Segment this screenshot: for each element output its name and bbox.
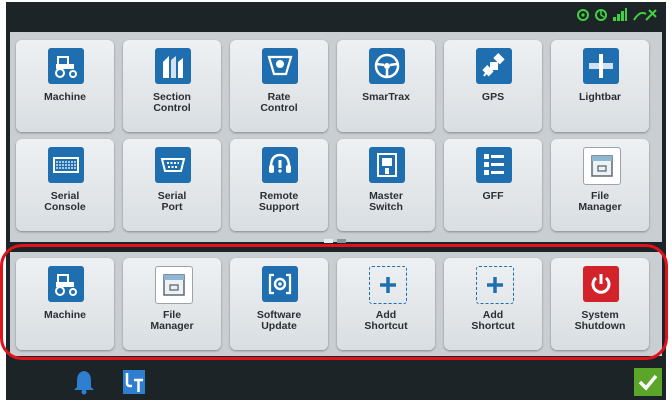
app-label: Serial Port (157, 190, 187, 213)
app-label: File Manager (578, 190, 622, 213)
gff-icon (476, 147, 512, 183)
app-label: Remote Support (258, 190, 300, 213)
app-serial-console[interactable]: Serial Console (16, 139, 114, 231)
app-label: SmarTrax (362, 91, 410, 103)
cellular-signal-icon (613, 8, 627, 21)
app-label: Lightbar (579, 91, 621, 103)
universal-terminal-icon[interactable] (120, 368, 148, 396)
confirm-check-icon[interactable] (634, 368, 662, 396)
status-bar (6, 2, 666, 32)
tractor-icon (48, 48, 84, 84)
satellite-icon (476, 48, 512, 84)
app-file-manager[interactable]: File Manager (551, 139, 649, 231)
steering-wheel-icon (369, 48, 405, 84)
app-label: Master Switch (369, 190, 403, 213)
file-manager-icon (583, 147, 621, 185)
app-master-switch[interactable]: Master Switch (337, 139, 435, 231)
section-control-icon (155, 48, 191, 84)
app-label: Rate Control (260, 91, 298, 114)
app-label: Serial Console (44, 190, 86, 213)
headset-icon (262, 147, 298, 183)
page-dot[interactable] (337, 239, 346, 243)
gps-signal-icon (577, 9, 589, 21)
app-lightbar[interactable]: Lightbar (551, 40, 649, 132)
app-label: Machine (43, 91, 86, 103)
master-switch-icon (369, 147, 405, 183)
page-dot-active[interactable] (324, 239, 333, 243)
serial-console-icon (48, 147, 84, 183)
app-label: GFF (482, 190, 504, 202)
app-label: GPS (481, 91, 505, 103)
app-machine[interactable]: Machine (16, 40, 114, 132)
wifi-off-icon (633, 9, 657, 21)
lightbar-icon (583, 48, 619, 84)
app-serial-port[interactable]: Serial Port (123, 139, 221, 231)
app-label: Section Control (153, 91, 191, 114)
app-section-control[interactable]: Section Control (123, 40, 221, 132)
app-gff[interactable]: GFF (444, 139, 542, 231)
notification-bell-icon[interactable] (70, 368, 98, 396)
app-rate-control[interactable]: Rate Control (230, 40, 328, 132)
rate-control-icon (262, 48, 298, 84)
app-gps[interactable]: GPS (444, 40, 542, 132)
page-indicator (324, 239, 346, 243)
gnss-status-icon (595, 9, 607, 21)
app-smartrax[interactable]: SmarTrax (337, 40, 435, 132)
app-remote-support[interactable]: Remote Support (230, 139, 328, 231)
bottom-bar (6, 364, 666, 400)
serial-port-icon (155, 147, 191, 183)
shortcut-highlight-outline (0, 244, 668, 360)
